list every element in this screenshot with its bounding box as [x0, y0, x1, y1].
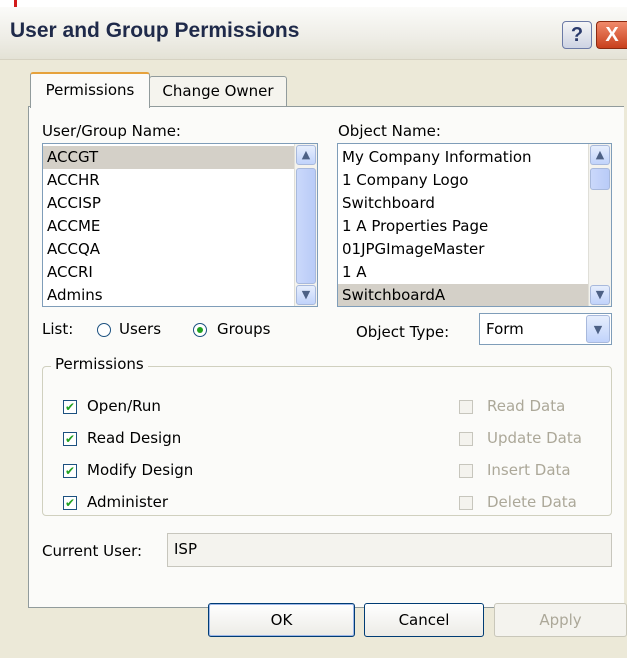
checkbox-label[interactable]: Delete Data [487, 493, 577, 511]
list-item[interactable]: 1 Company Logo [338, 169, 611, 192]
checkbox-insert-data[interactable] [459, 464, 473, 478]
scroll-up-icon[interactable]: ▲ [590, 145, 610, 165]
list-item[interactable]: ACCRI [43, 261, 317, 284]
user-group-label: User/Group Name: [42, 122, 181, 140]
user-group-scrollbar[interactable]: ▲ ▼ [294, 144, 317, 306]
list-filter-label: List: [42, 320, 74, 338]
object-type-value: Form [486, 320, 524, 338]
checkbox-delete-data[interactable] [459, 496, 473, 510]
tab-permissions[interactable]: Permissions [30, 72, 150, 108]
checkbox-open-run[interactable]: ✔ [63, 400, 77, 414]
checkbox-administer[interactable]: ✔ [63, 496, 77, 510]
checkbox-label[interactable]: Read Design [87, 429, 181, 447]
object-name-label: Object Name: [338, 122, 441, 140]
scroll-down-icon[interactable]: ▼ [590, 285, 610, 305]
current-user-label: Current User: [42, 542, 143, 560]
object-type-dropdown[interactable]: Form ▼ [479, 313, 612, 345]
list-item[interactable]: ACCISP [43, 192, 317, 215]
list-item[interactable]: SwitchboardA [338, 284, 611, 306]
tab-change-owner[interactable]: Change Owner [149, 76, 287, 106]
list-item[interactable]: My Company Information [338, 146, 611, 169]
close-button[interactable]: X [596, 21, 627, 49]
object-type-label: Object Type: [356, 323, 450, 341]
window-title: User and Group Permissions [10, 19, 300, 42]
scroll-thumb[interactable] [590, 168, 610, 190]
list-item[interactable]: 1 A Properties Page [338, 215, 611, 238]
list-item[interactable]: 1 A [338, 261, 611, 284]
apply-button[interactable]: Apply [494, 603, 627, 637]
checkbox-label[interactable]: Modify Design [87, 461, 193, 479]
checkbox-label[interactable]: Administer [87, 493, 168, 511]
checkbox-label[interactable]: Update Data [487, 429, 582, 447]
radio-selected-dot [197, 327, 203, 333]
checkbox-label[interactable]: Open/Run [87, 397, 161, 415]
scroll-down-icon[interactable]: ▼ [296, 285, 316, 305]
checkbox-update-data[interactable] [459, 432, 473, 446]
checkbox-label[interactable]: Read Data [487, 397, 565, 415]
object-name-listbox[interactable]: My Company Information 1 Company Logo Swit… [337, 143, 612, 307]
radio-users[interactable] [97, 323, 111, 337]
list-item[interactable]: ACCQA [43, 238, 317, 261]
radio-groups-label[interactable]: Groups [217, 320, 270, 338]
checkbox-read-design[interactable]: ✔ [63, 432, 77, 446]
chevron-down-icon[interactable]: ▼ [586, 315, 610, 343]
scroll-up-icon[interactable]: ▲ [296, 145, 316, 165]
title-bar[interactable]: User and Group Permissions ? X [0, 7, 627, 60]
list-item[interactable]: ACCME [43, 215, 317, 238]
checkbox-modify-design[interactable]: ✔ [63, 464, 77, 478]
radio-groups[interactable] [193, 323, 207, 337]
permissions-legend: Permissions [51, 355, 148, 373]
list-item[interactable]: Switchboard [338, 192, 611, 215]
checkbox-label[interactable]: Insert Data [487, 461, 571, 479]
user-group-listbox[interactable]: ACCGT ACCHR ACCISP ACCME ACCQA ACCRI Admins ▲ … [42, 143, 318, 307]
current-user-field: ISP [167, 533, 612, 567]
scroll-thumb[interactable] [296, 168, 316, 284]
radio-users-label[interactable]: Users [119, 320, 161, 338]
object-name-scrollbar[interactable]: ▲ ▼ [588, 144, 611, 306]
checkbox-read-data[interactable] [459, 400, 473, 414]
list-item[interactable]: ACCGT [43, 146, 317, 169]
list-item[interactable]: ACCHR [43, 169, 317, 192]
cancel-button[interactable]: Cancel [364, 603, 484, 637]
help-button[interactable]: ? [562, 21, 592, 49]
list-item[interactable]: 01JPGImageMaster [338, 238, 611, 261]
list-item[interactable]: Admins [43, 284, 317, 306]
ok-button[interactable]: OK [208, 603, 355, 637]
